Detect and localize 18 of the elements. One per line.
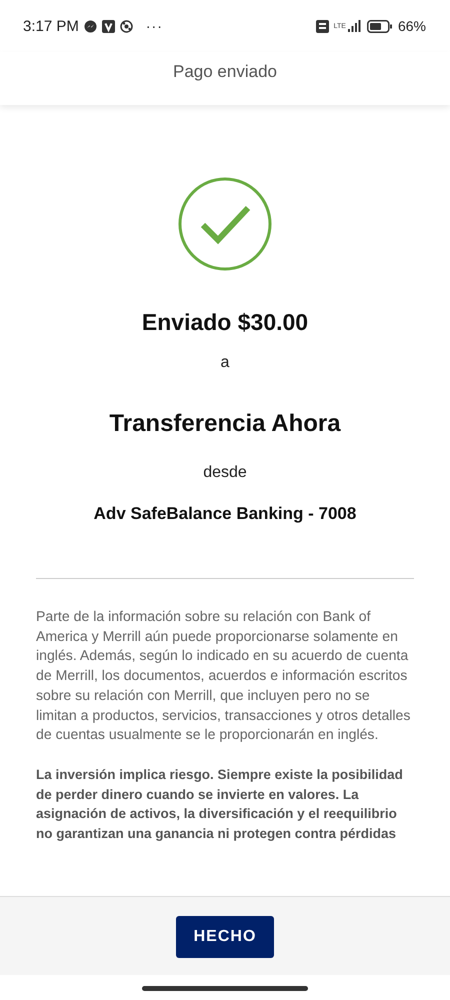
page-title: Pago enviado: [173, 62, 277, 82]
more-notifications: ···: [146, 18, 163, 34]
home-indicator[interactable]: [142, 986, 308, 991]
disclosure-text: Parte de la información sobre su relación con Bank of America y Merrill aún puede proporcionarse solamente en inglés. Además, según lo indicado en su acuerdo de cuenta de Merrill, los documentos, acuerdos e información escritos sobre su relación con Merrill, que incluyen pero no se limitan a productos, servicios, transacciones y otros detalles de cuentas usualmente se le proporcionarán en inglés.: [36, 607, 412, 744]
clock: 3:17 PM: [23, 18, 79, 34]
battery-icon: [366, 20, 393, 32]
success-check-icon: [178, 177, 272, 271]
battery-percent: 66%: [398, 18, 426, 34]
account-name: Adv SafeBalance Banking - 7008: [94, 504, 356, 524]
from-label: desde: [203, 464, 247, 482]
ball-icon: [120, 20, 133, 32]
amount-sent: Enviado $30.00: [142, 309, 308, 336]
recipient-name: Transferencia Ahora: [109, 410, 341, 438]
done-button[interactable]: HECHO: [176, 916, 274, 958]
v-app-icon: [102, 20, 115, 32]
to-label: a: [220, 354, 230, 372]
disclosure-text: La inversión implica riesgo. Siempre existe la posibilidad de perder dinero cuando se invierte en valores. La asignación de activos, la diversificación y el reequilibrio no garantizan una ganancia ni protegen contra pérdidas: [36, 766, 404, 844]
signal-icon: [348, 20, 362, 32]
